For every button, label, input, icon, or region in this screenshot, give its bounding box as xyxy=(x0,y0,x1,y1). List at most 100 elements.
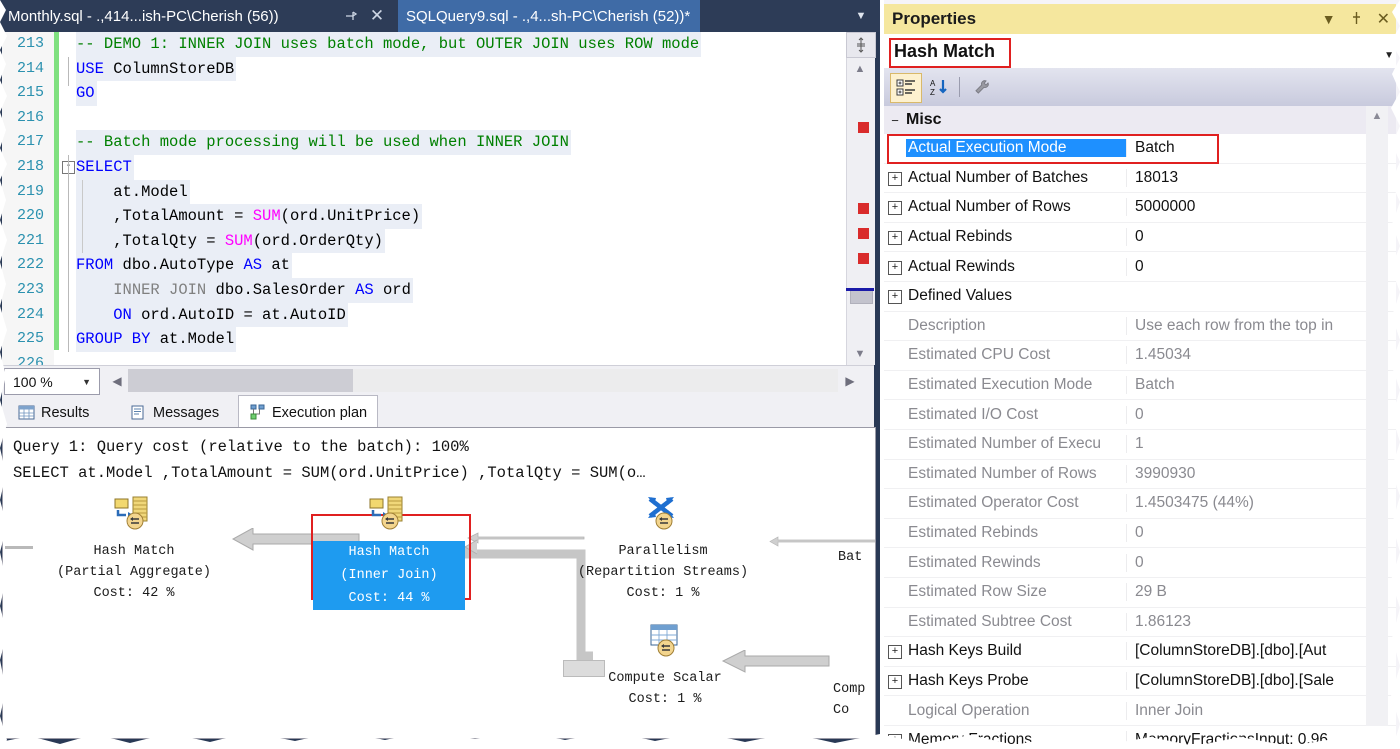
scrollbar-thumb[interactable] xyxy=(128,369,353,392)
property-value[interactable]: Inner Join xyxy=(1126,701,1396,720)
property-value[interactable]: Batch xyxy=(1126,376,1396,395)
plan-node-compute-scalar[interactable]: Compute Scalar Cost: 1 % xyxy=(581,623,749,710)
property-row[interactable]: Estimated I/O Cost 0 xyxy=(884,400,1396,430)
expand-icon[interactable]: + xyxy=(884,229,906,246)
tab-messages[interactable]: Messages xyxy=(120,398,229,427)
error-marker[interactable] xyxy=(858,253,869,264)
expand-icon[interactable]: + xyxy=(884,288,906,305)
property-value[interactable]: 29 B xyxy=(1126,583,1396,602)
property-row[interactable]: Estimated Number of Rows 3990930 xyxy=(884,460,1396,490)
property-row[interactable]: + Actual Number of Rows 5000000 xyxy=(884,193,1396,223)
node-line: Bat xyxy=(838,550,863,565)
property-row[interactable]: + Memory Fractions MemoryFractionsInput: 0… xyxy=(884,726,1396,749)
property-row[interactable]: Actual Execution Mode Batch xyxy=(884,134,1396,164)
scroll-left-arrow[interactable]: ◀ xyxy=(107,369,127,392)
property-row[interactable]: + Actual Number of Batches 18013 xyxy=(884,164,1396,194)
expand-icon[interactable]: + xyxy=(884,732,906,749)
chevron-down-icon[interactable]: ▼ xyxy=(1322,11,1336,27)
property-row[interactable]: + Hash Keys Probe [ColumnStoreDB].[dbo].[S… xyxy=(884,667,1396,697)
expand-icon[interactable]: + xyxy=(884,643,906,660)
scroll-up-arrow[interactable]: ▲ xyxy=(1366,106,1388,126)
properties-vertical-scrollbar[interactable]: ▲ xyxy=(1366,106,1388,726)
property-row[interactable]: Logical Operation Inner Join xyxy=(884,696,1396,726)
zoom-select[interactable]: 100 % ▼ xyxy=(4,368,100,395)
property-row[interactable]: Description Use each row from the top in xyxy=(884,312,1396,342)
property-value[interactable]: 0 xyxy=(1126,405,1396,424)
pin-icon[interactable] xyxy=(340,0,362,32)
categorized-icon[interactable] xyxy=(890,73,922,103)
scroll-down-arrow[interactable]: ▼ xyxy=(846,343,874,365)
execution-plan-canvas[interactable]: Query 1: Query cost (relative to the bat… xyxy=(2,427,876,739)
chevron-down-icon[interactable]: ▼ xyxy=(1384,50,1394,61)
close-icon[interactable]: ✕ xyxy=(366,0,388,32)
error-marker[interactable] xyxy=(858,203,869,214)
property-value[interactable]: 1.45034 xyxy=(1126,346,1396,365)
editor-vertical-scrollbar[interactable] xyxy=(846,32,875,365)
property-value[interactable]: 1 xyxy=(1126,435,1396,454)
property-value[interactable]: 1.4503475 (44%) xyxy=(1126,494,1396,513)
error-marker[interactable] xyxy=(858,228,869,239)
property-value[interactable]: [ColumnStoreDB].[dbo].[Aut xyxy=(1126,642,1396,661)
property-value[interactable]: 1.86123 xyxy=(1126,612,1396,631)
property-row[interactable]: + Hash Keys Build [ColumnStoreDB].[dbo].[A… xyxy=(884,637,1396,667)
expand-icon[interactable]: + xyxy=(884,199,906,216)
tab-execution-plan[interactable]: Execution plan xyxy=(238,395,379,430)
plan-node-batch-clipped[interactable]: Bat xyxy=(838,547,875,568)
property-row[interactable]: Estimated Subtree Cost 1.86123 xyxy=(884,608,1396,638)
code-line: 226 xyxy=(2,352,856,365)
editor-horizontal-scrollbar[interactable] xyxy=(128,369,838,392)
ssms-window: Monthly.sql - .,414...ish-PC\Cherish (56… xyxy=(0,0,1400,749)
property-row[interactable]: Estimated Execution Mode Batch xyxy=(884,371,1396,401)
code-editor[interactable]: 213 -- DEMO 1: INNER JOIN uses batch mode… xyxy=(2,32,856,365)
collapse-icon[interactable]: − xyxy=(884,113,906,128)
property-value[interactable]: 0 xyxy=(1126,553,1396,572)
expand-icon[interactable]: + xyxy=(884,673,906,689)
tab-results[interactable]: Results xyxy=(8,398,99,427)
code-lines: 213 -- DEMO 1: INNER JOIN uses batch mode… xyxy=(2,32,856,365)
property-value[interactable]: 0 xyxy=(1126,257,1396,276)
property-row[interactable]: Estimated Rebinds 0 xyxy=(884,519,1396,549)
code-text: FROM dbo.AutoType AS at xyxy=(76,253,292,278)
code-text: ON ord.AutoID = at.AutoID xyxy=(76,302,348,328)
tab-monthly-sql[interactable]: Monthly.sql - .,414...ish-PC\Cherish (56… xyxy=(4,0,283,32)
split-view-button[interactable] xyxy=(846,32,876,58)
property-value[interactable]: 0 xyxy=(1126,228,1396,247)
expand-icon[interactable]: + xyxy=(884,259,906,275)
property-value[interactable]: 0 xyxy=(1126,524,1396,543)
property-value[interactable]: [ColumnStoreDB].[dbo].[Sale xyxy=(1126,671,1396,690)
close-icon[interactable]: ✕ xyxy=(1377,9,1390,29)
plan-node-hash-match-inner-join[interactable]: Hash Match (Inner Join) Cost: 44 % xyxy=(313,496,465,610)
plan-node-hash-match-partial-aggregate[interactable]: Hash Match (Partial Aggregate) Cost: 42 … xyxy=(53,496,215,604)
property-value[interactable]: MemoryFractionsInput: 0.96 xyxy=(1126,731,1396,749)
property-group-misc[interactable]: − Misc xyxy=(884,106,1396,134)
plan-node-compute-scalar-clipped[interactable]: Comp Co xyxy=(833,679,875,721)
property-name: Estimated Rebinds xyxy=(908,524,1039,542)
editor-status-row: 100 % ▼ ◀ ▶ xyxy=(2,365,874,395)
error-marker[interactable] xyxy=(858,122,869,133)
alphabetical-icon[interactable]: A Z xyxy=(924,73,954,101)
property-row[interactable]: + Defined Values xyxy=(884,282,1396,312)
property-row[interactable]: Estimated Rewinds 0 xyxy=(884,548,1396,578)
scroll-up-arrow[interactable]: ▲ xyxy=(846,58,874,80)
property-value[interactable]: Use each row from the top in xyxy=(1126,316,1396,335)
tab-sqlquery9-sql[interactable]: SQLQuery9.sql - .,4...sh-PC\Cherish (52)… xyxy=(398,0,701,32)
property-row[interactable]: Estimated Operator Cost 1.4503475 (44%) xyxy=(884,489,1396,519)
property-row[interactable]: + Actual Rewinds 0 xyxy=(884,252,1396,282)
hash-match-icon xyxy=(313,496,465,538)
chevron-down-icon[interactable]: ▼ xyxy=(848,0,874,32)
scroll-right-arrow[interactable]: ▶ xyxy=(840,369,860,392)
scrollbar-thumb[interactable] xyxy=(850,290,873,304)
property-pages-icon[interactable] xyxy=(968,73,998,101)
property-value[interactable]: Batch xyxy=(1126,139,1396,158)
plan-node-parallelism[interactable]: Parallelism (Repartition Streams) Cost: … xyxy=(573,496,753,604)
properties-grid[interactable]: − Misc Actual Execution Mode Batch + Actual… xyxy=(884,106,1396,749)
property-row[interactable]: Estimated CPU Cost 1.45034 xyxy=(884,341,1396,371)
property-value[interactable]: 18013 xyxy=(1126,168,1396,187)
property-row[interactable]: Estimated Number of Execu 1 xyxy=(884,430,1396,460)
property-value[interactable]: 3990930 xyxy=(1126,464,1396,483)
expand-icon[interactable]: + xyxy=(884,170,906,186)
pin-icon[interactable] xyxy=(1350,11,1363,28)
property-row[interactable]: Estimated Row Size 29 B xyxy=(884,578,1396,608)
property-value[interactable]: 5000000 xyxy=(1126,198,1396,217)
property-row[interactable]: + Actual Rebinds 0 xyxy=(884,223,1396,253)
